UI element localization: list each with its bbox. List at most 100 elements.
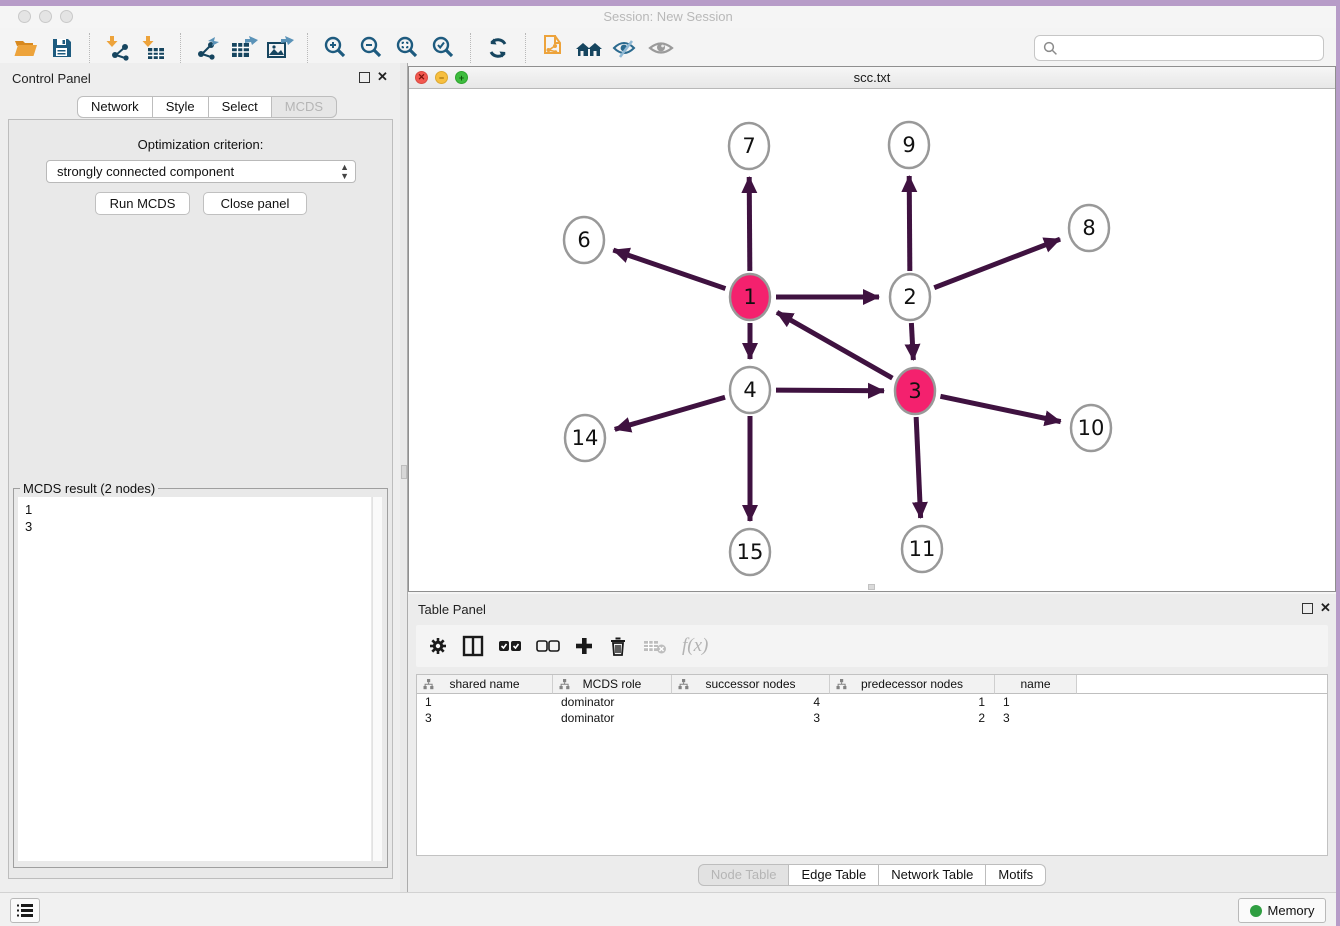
tab-network-table[interactable]: Network Table — [879, 864, 986, 886]
node-label-14: 14 — [572, 426, 599, 450]
home-icon[interactable] — [571, 31, 607, 65]
edge-3-10[interactable] — [940, 396, 1060, 421]
desktop: Session: New Session — [0, 0, 1340, 926]
control-panel-title: Control Panel — [12, 71, 91, 86]
deselect-all-icon[interactable] — [536, 639, 560, 653]
column-header-name[interactable]: name — [995, 675, 1077, 694]
table-panel-title: Table Panel — [418, 602, 486, 617]
edge-3-1[interactable] — [777, 312, 892, 378]
split-view-icon[interactable] — [462, 635, 484, 657]
table-tabs: Node Table Edge Table Network Table Moti… — [408, 864, 1336, 886]
zoom-selected-icon[interactable] — [425, 31, 461, 65]
show-all-eye-icon[interactable] — [643, 31, 679, 65]
optimization-criterion-label: Optimization criterion: — [9, 137, 392, 152]
task-history-button[interactable] — [10, 898, 40, 923]
edge-4-3[interactable] — [776, 390, 884, 391]
edge-1-6[interactable] — [613, 250, 725, 288]
duplicate-network-icon[interactable] — [535, 31, 571, 65]
cytoscape-window: Session: New Session — [0, 6, 1336, 926]
import-table-icon[interactable] — [135, 31, 171, 65]
delete-table-icon[interactable] — [642, 637, 668, 655]
export-image-icon[interactable] — [262, 31, 298, 65]
cell-shared-name: 3 — [417, 710, 553, 726]
edge-2-8[interactable] — [934, 239, 1060, 287]
tab-edge-table[interactable]: Edge Table — [789, 864, 879, 886]
export-table-icon[interactable] — [226, 31, 262, 65]
mcds-result-list[interactable]: 1 3 — [18, 497, 371, 861]
tab-style[interactable]: Style — [153, 96, 209, 118]
session-title: Session: New Session — [0, 9, 1336, 24]
edge-1-7[interactable] — [749, 177, 750, 271]
float-panel-icon[interactable] — [359, 72, 370, 83]
toolbar-separator — [307, 33, 308, 63]
cell-shared-name: 1 — [417, 694, 553, 710]
zoom-fit-icon[interactable] — [389, 31, 425, 65]
network-canvas[interactable]: 1234678910111415 — [409, 89, 1335, 591]
tab-node-table[interactable]: Node Table — [698, 864, 790, 886]
control-panel-tabs: Network Style Select MCDS — [77, 96, 337, 118]
node-table: shared name MCDS role successor nodes pr… — [416, 674, 1328, 856]
hierarchy-icon — [423, 679, 434, 690]
delete-column-trash-icon[interactable] — [608, 635, 628, 657]
column-header-mcds-role[interactable]: MCDS role — [553, 675, 672, 694]
toolbar-separator — [470, 33, 471, 63]
control-panel-header: Control Panel ✕ — [0, 63, 400, 93]
column-header-successor-nodes[interactable]: successor nodes — [672, 675, 830, 694]
memory-button[interactable]: Memory — [1238, 898, 1326, 923]
mcds-result-title: MCDS result (2 nodes) — [20, 481, 158, 496]
table-panel-header: Table Panel ✕ — [408, 594, 1336, 624]
column-label: predecessor nodes — [861, 677, 963, 691]
panel-splitter[interactable] — [400, 63, 408, 892]
search-input[interactable] — [1064, 41, 1323, 56]
function-builder-icon[interactable]: f(x) — [682, 635, 708, 657]
hierarchy-icon — [836, 679, 847, 690]
memory-status-icon — [1250, 905, 1262, 917]
import-network-icon[interactable] — [99, 31, 135, 65]
open-session-icon[interactable] — [8, 31, 44, 65]
column-label: successor nodes — [705, 677, 795, 691]
tab-network[interactable]: Network — [77, 96, 153, 118]
edge-4-14[interactable] — [615, 397, 725, 429]
cell-name: 1 — [995, 694, 1077, 710]
search-box — [1034, 35, 1324, 61]
optimization-criterion-select[interactable]: strongly connected component ▲▼ — [46, 160, 356, 183]
close-panel-icon[interactable]: ✕ — [377, 69, 388, 85]
cell-successor-nodes: 4 — [672, 694, 830, 710]
mcds-result-scrollbar[interactable] — [372, 497, 382, 861]
edge-2-9[interactable] — [909, 176, 910, 271]
column-header-predecessor-nodes[interactable]: predecessor nodes — [830, 675, 995, 694]
hide-selected-eye-icon[interactable] — [607, 31, 643, 65]
table-row[interactable]: 1 dominator 4 1 1 — [417, 694, 1327, 710]
node-label-6: 6 — [577, 228, 590, 252]
run-mcds-button[interactable]: Run MCDS — [95, 192, 190, 215]
network-resize-grip[interactable] — [868, 584, 875, 590]
network-title: scc.txt — [409, 70, 1335, 85]
table-close-icon[interactable]: ✕ — [1320, 600, 1331, 616]
export-network-icon[interactable] — [190, 31, 226, 65]
tab-select[interactable]: Select — [209, 96, 272, 118]
save-session-icon[interactable] — [44, 31, 80, 65]
table-row[interactable]: 3 dominator 3 2 3 — [417, 710, 1327, 726]
refresh-icon[interactable] — [480, 31, 516, 65]
add-column-icon[interactable] — [574, 636, 594, 656]
table-float-icon[interactable] — [1302, 603, 1313, 614]
zoom-out-icon[interactable] — [353, 31, 389, 65]
tab-mcds[interactable]: MCDS — [272, 96, 337, 118]
column-header-shared-name[interactable]: shared name — [417, 675, 553, 694]
app-titlebar: Session: New Session — [0, 6, 1336, 28]
close-panel-button[interactable]: Close panel — [203, 192, 307, 215]
control-panel: Control Panel ✕ Network Style Select MCD… — [0, 63, 400, 892]
table-panel: Table Panel ✕ — [408, 594, 1336, 892]
tab-motifs[interactable]: Motifs — [986, 864, 1046, 886]
toolbar-separator — [180, 33, 181, 63]
edge-3-11[interactable] — [916, 417, 920, 518]
zoom-in-icon[interactable] — [317, 31, 353, 65]
node-label-11: 11 — [909, 537, 936, 561]
edge-2-3[interactable] — [911, 323, 913, 360]
table-options-gear-icon[interactable] — [428, 636, 448, 656]
splitter-grip[interactable] — [401, 465, 407, 479]
network-view-window: ✕ − + scc.txt 1234678910111415 — [408, 66, 1336, 592]
hierarchy-icon — [678, 679, 689, 690]
mcds-result-group: MCDS result (2 nodes) 1 3 — [13, 488, 388, 868]
select-all-icon[interactable] — [498, 639, 522, 653]
